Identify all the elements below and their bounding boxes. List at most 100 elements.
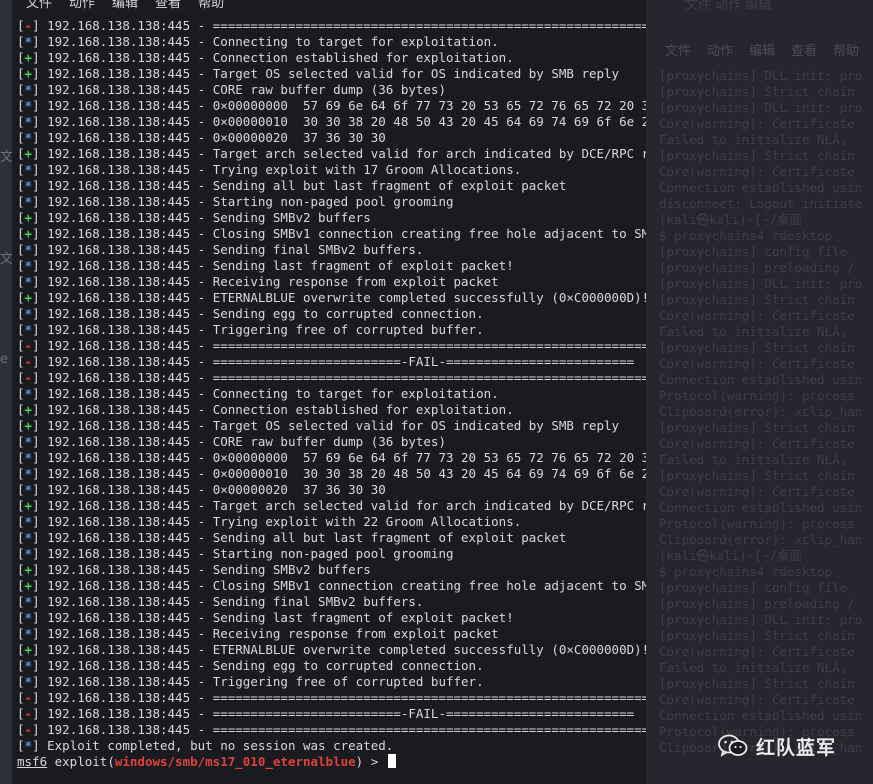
output-text: 192.168.138.138:445 - Trying exploit wit…: [47, 514, 522, 529]
background-output-line: [proxychains] preloading /: [659, 596, 855, 611]
output-text: 192.168.138.138:445 - Sending egg to cor…: [47, 658, 484, 673]
output-text: 192.168.138.138:445 - Sending all but la…: [47, 530, 567, 545]
output-text: 192.168.138.138:445 - CORE raw buffer du…: [47, 82, 446, 97]
status-symbol: +: [24, 402, 33, 417]
background-output-line: [proxychains] DLL init: pro: [659, 100, 863, 115]
background-output-line: [proxychains] Strict chain: [659, 148, 855, 163]
status-symbol: *: [24, 178, 33, 193]
status-symbol: *: [24, 594, 33, 609]
prompt-prefix: msf6: [17, 754, 48, 769]
output-text: 192.168.138.138:445 - ETERNALBLUE overwr…: [47, 642, 646, 657]
output-line: [+] 192.168.138.138:445 - Closing SMBv1 …: [17, 578, 646, 594]
status-symbol: *: [24, 482, 33, 497]
status-symbol: +: [24, 210, 33, 225]
status-symbol: *: [24, 98, 33, 113]
background-menu-item[interactable]: 编辑: [749, 44, 775, 59]
output-text: 192.168.138.138:445 - Sending SMBv2 buff…: [47, 562, 371, 577]
output-line: [*] 192.168.138.138:445 - 0×00000010 30 …: [17, 114, 646, 130]
output-line: [-] 192.168.138.138:445 - ==============…: [17, 18, 646, 34]
background-output-line: (kali㉿kali)-[~/桌面: [659, 548, 802, 563]
output-text: 192.168.138.138:445 - ==================…: [47, 690, 646, 705]
background-terminal-window[interactable]: 文件 动作 编辑 文件 动作 编辑 查看 帮助 [proxychains] DLL in…: [645, 0, 873, 784]
output-line: [*] 192.168.138.138:445 - Receiving resp…: [17, 274, 499, 289]
status-symbol: *: [24, 546, 33, 561]
wechat-icon: [718, 734, 748, 757]
output-line: [*] 192.168.138.138:445 - Sending final …: [17, 594, 424, 609]
status-symbol: +: [24, 50, 33, 65]
output-line: [+] 192.168.138.138:445 - ETERNALBLUE ov…: [17, 290, 646, 306]
output-text: 192.168.138.138:445 - ==================…: [47, 354, 635, 369]
output-line: [+] 192.168.138.138:445 - Target OS sele…: [17, 66, 620, 81]
output-line: [*] 192.168.138.138:445 - Sending last f…: [17, 258, 514, 273]
background-output-line: Connection established usin: [659, 180, 863, 195]
output-line: [*] 192.168.138.138:445 - Connecting to …: [17, 34, 499, 49]
menu-item[interactable]: 帮助: [198, 0, 224, 11]
background-output-line: Core(warning): Certificate: [659, 692, 855, 707]
menu-item[interactable]: 编辑: [112, 0, 138, 11]
background-output-line: [proxychains] DLL init: pro: [659, 68, 863, 83]
background-menu-item[interactable]: 帮助: [833, 44, 859, 59]
output-line: [*] 192.168.138.138:445 - Sending all bu…: [17, 530, 567, 545]
background-output-line: [proxychains] Strict chain: [659, 628, 855, 643]
output-text: 192.168.138.138:445 - ==================…: [47, 706, 635, 721]
desktop-peek-text: e: [0, 352, 8, 367]
output-line: [*] 192.168.138.138:445 - Triggering fre…: [17, 322, 484, 337]
background-output-line: [proxychains] config file: [659, 580, 848, 595]
output-text: 192.168.138.138:445 - Sending last fragm…: [47, 610, 514, 625]
output-text: 192.168.138.138:445 - CORE raw buffer du…: [47, 434, 446, 449]
background-output-line: [proxychains] Strict chain: [659, 84, 855, 99]
output-line: [*] 192.168.138.138:445 - Starting non-p…: [17, 194, 454, 209]
background-output-line: [proxychains] Strict chain: [659, 676, 855, 691]
output-line: [+] 192.168.138.138:445 - Sending SMBv2 …: [17, 210, 371, 225]
status-symbol: +: [24, 578, 33, 593]
output-line: [+] 192.168.138.138:445 - Sending SMBv2 …: [17, 562, 371, 577]
status-symbol: *: [24, 130, 33, 145]
background-output-line: Core(warning): Certificate: [659, 164, 855, 179]
output-text: 192.168.138.138:445 - ==================…: [47, 370, 646, 385]
status-symbol: -: [24, 690, 33, 705]
background-menubar: 文件 动作 编辑 查看 帮助: [665, 40, 873, 59]
output-text: 192.168.138.138:445 - 0×00000020 37 36 3…: [47, 130, 646, 145]
status-symbol: *: [24, 658, 33, 673]
watermark: 红队蓝军: [718, 732, 836, 760]
terminal-menubar: 文件 动作 编辑 查看 帮助: [26, 0, 241, 11]
background-window-title: 文件 动作 编辑: [685, 0, 772, 13]
output-line: [-] 192.168.138.138:445 - ==============…: [17, 354, 635, 369]
menu-item[interactable]: 文件: [26, 0, 52, 11]
output-text: 192.168.138.138:445 - Starting non-paged…: [47, 546, 454, 561]
menu-item[interactable]: 动作: [69, 0, 95, 11]
output-text: 192.168.138.138:445 - ==================…: [47, 338, 646, 353]
terminal-window[interactable]: 文件 动作 编辑 查看 帮助 [-] 192.168.138.138:445 - ===…: [12, 0, 646, 784]
status-symbol: *: [24, 114, 33, 129]
output-text: 192.168.138.138:445 - Closing SMBv1 conn…: [47, 578, 646, 593]
output-text: 192.168.138.138:445 - Connection establi…: [47, 402, 514, 417]
background-menu-item[interactable]: 文件: [665, 44, 691, 59]
background-output-line: Protocol(warning): process: [659, 388, 855, 403]
output-text: 192.168.138.138:445 - ==================…: [47, 722, 646, 737]
output-text: 192.168.138.138:445 - Sending SMBv2 buff…: [47, 210, 371, 225]
status-symbol: +: [24, 226, 33, 241]
status-symbol: *: [24, 610, 33, 625]
background-menu-item[interactable]: 查看: [791, 44, 817, 59]
background-menu-item[interactable]: 动作: [707, 44, 733, 59]
background-output-line: disconnect: Logout initiate: [659, 196, 863, 211]
background-output-line: Clipboard(error): xclip_han: [659, 532, 863, 547]
output-line: [*] 192.168.138.138:445 - 0×00000020 37 …: [17, 482, 646, 498]
output-line: [*] 192.168.138.138:445 - Sending egg to…: [17, 306, 484, 321]
output-text: 192.168.138.138:445 - ==================…: [47, 18, 646, 33]
output-text: 192.168.138.138:445 - Sending all but la…: [47, 178, 567, 193]
output-text: Exploit completed, but no session was cr…: [47, 738, 394, 753]
background-output-line: Connection established usin: [659, 500, 863, 515]
background-output-line: Failed to initialize NLA,: [659, 132, 848, 147]
status-symbol: *: [24, 322, 33, 337]
command-prompt[interactable]: msf6 exploit(windows/smb/ms17_010_eterna…: [17, 754, 646, 770]
watermark-text: 红队蓝军: [756, 736, 837, 759]
status-symbol: +: [24, 562, 33, 577]
background-output-line: Core(warning): Certificate: [659, 484, 855, 499]
output-line: [*] Exploit completed, but no session wa…: [17, 738, 394, 753]
output-line: [*] 192.168.138.138:445 - Receiving resp…: [17, 626, 499, 641]
menu-item[interactable]: 查看: [155, 0, 181, 11]
status-symbol: *: [24, 674, 33, 689]
background-output-line: Connection established usin: [659, 708, 863, 723]
output-line: [-] 192.168.138.138:445 - ==============…: [17, 370, 646, 386]
